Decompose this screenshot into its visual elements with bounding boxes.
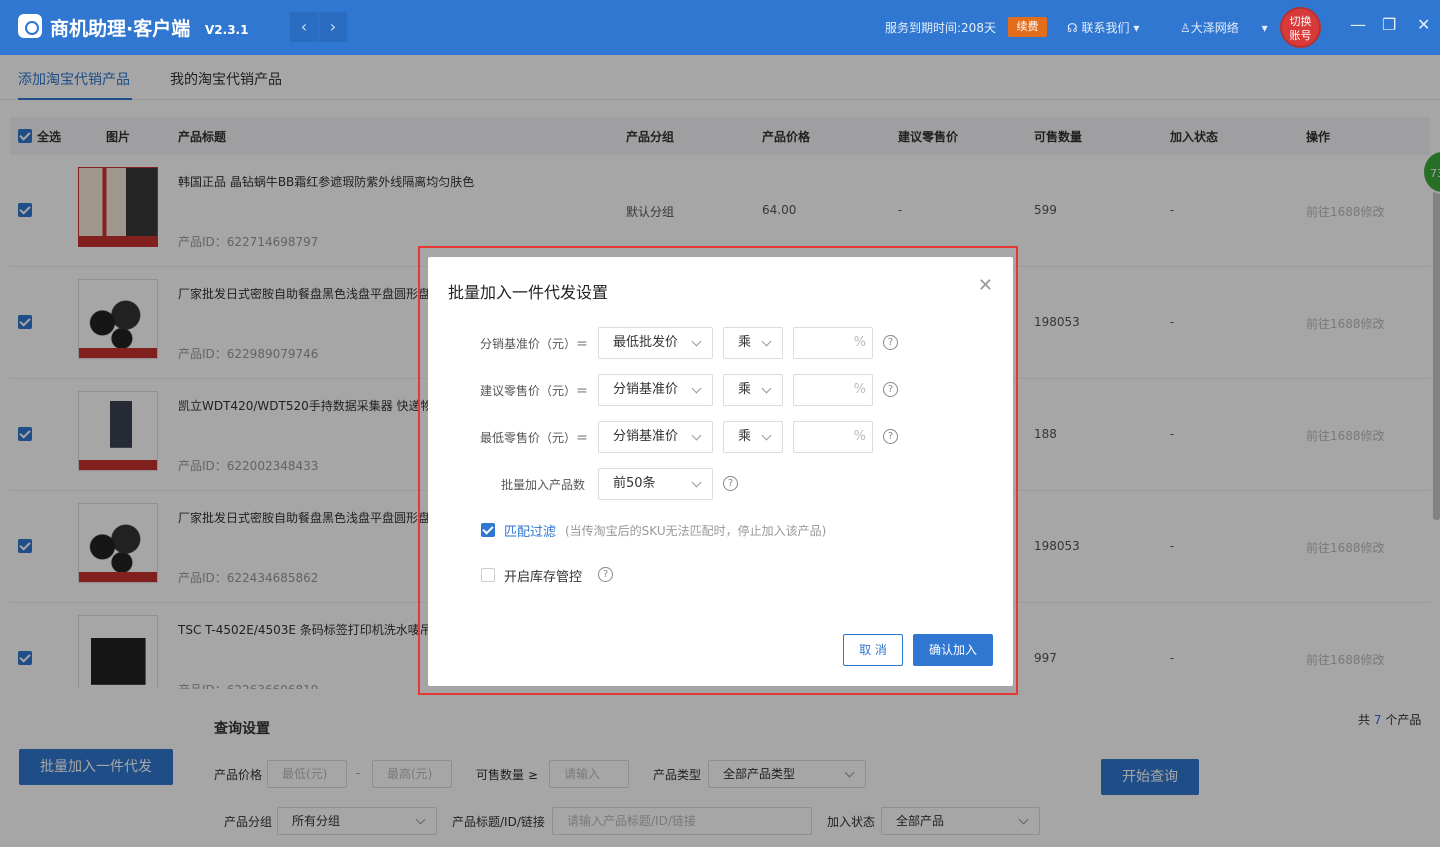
caret-down-icon: ▾ (1238, 21, 1268, 35)
title-bar: 商机助理·客户端 V2.3.1 ‹ › 服务到期时间:208天 续费 ☊ 联系我… (0, 0, 1440, 55)
base-price-label: 分销基准价（元）＝ (479, 337, 588, 351)
close-icon[interactable]: ✕ (978, 275, 993, 296)
contact-us-menu[interactable]: ☊ 联系我们 ▾ (1067, 19, 1139, 36)
match-filter-label[interactable]: 匹配过滤 (504, 521, 556, 540)
batch-count-value: 前50条 (613, 476, 656, 491)
contact-label: 联系我们 (1081, 21, 1130, 35)
chevron-down-icon (761, 430, 772, 441)
cancel-button[interactable]: 取 消 (843, 634, 903, 666)
app-logo-icon (18, 14, 42, 38)
renew-button[interactable]: 续费 (1008, 17, 1047, 37)
back-arrow-icon[interactable]: ‹ (290, 12, 318, 42)
retail-price-value: 分销基准价 (613, 382, 679, 397)
forward-arrow-icon[interactable]: › (319, 12, 347, 42)
chevron-down-icon (691, 477, 702, 488)
batch-count-label: 批量加入产品数 (500, 478, 585, 492)
min-retail-price-operator[interactable]: 乘 (723, 421, 783, 453)
inventory-control-label[interactable]: 开启库存管控 (504, 566, 582, 585)
switch-account-button[interactable]: 切换 账号 (1280, 7, 1321, 48)
switch-line2: 账号 (1289, 29, 1312, 42)
min-retail-price-label: 最低零售价（元）＝ (479, 431, 588, 445)
retail-price-operator[interactable]: 乘 (723, 374, 783, 406)
service-label: 服务到期时间: (885, 21, 962, 35)
batch-count-select[interactable]: 前50条 (598, 468, 713, 500)
service-days: 208天 (961, 21, 996, 35)
service-expiry: 服务到期时间:208天 (885, 19, 996, 36)
base-price-operator[interactable]: 乘 (723, 327, 783, 359)
operator-value: 乘 (738, 382, 752, 397)
base-price-value: 最低批发价 (613, 335, 679, 350)
help-icon[interactable]: ? (883, 335, 898, 350)
min-retail-price-percent-input[interactable]: % (793, 421, 873, 453)
operator-value: 乘 (738, 335, 752, 350)
help-icon[interactable]: ? (598, 567, 613, 582)
bulk-settings-dialog: 批量加入一件代发设置 ✕ 分销基准价（元）＝ 最低批发价 乘 % ? 建议零售价… (428, 257, 1013, 686)
help-icon[interactable]: ? (723, 476, 738, 491)
chevron-down-icon (691, 430, 702, 441)
headset-icon: ☊ (1067, 21, 1082, 35)
operator-value: 乘 (738, 429, 752, 444)
user-name: 大泽网络 (1190, 21, 1239, 35)
chevron-down-icon (761, 383, 772, 394)
restore-icon[interactable]: ❐ (1382, 15, 1396, 34)
app-version: V2.3.1 (205, 23, 249, 37)
dialog-title: 批量加入一件代发设置 (448, 283, 609, 302)
inventory-control-checkbox[interactable] (481, 568, 495, 582)
caret-down-icon: ▾ (1129, 21, 1140, 35)
base-price-select[interactable]: 最低批发价 (598, 327, 713, 359)
switch-line1: 切换 (1289, 15, 1312, 28)
user-menu[interactable]: ♙大泽网络 ▾ (1180, 19, 1268, 36)
retail-price-label: 建议零售价（元）＝ (479, 384, 588, 398)
help-icon[interactable]: ? (883, 429, 898, 444)
chevron-down-icon (761, 336, 772, 347)
min-retail-price-select[interactable]: 分销基准价 (598, 421, 713, 453)
match-filter-hint: (当传淘宝后的SKU无法匹配时，停止加入该产品) (565, 524, 827, 538)
match-filter-checkbox[interactable] (481, 523, 495, 537)
confirm-add-button[interactable]: 确认加入 (913, 634, 993, 666)
base-price-percent-input[interactable]: % (793, 327, 873, 359)
chevron-down-icon (691, 383, 702, 394)
retail-price-select[interactable]: 分销基准价 (598, 374, 713, 406)
chevron-down-icon (691, 336, 702, 347)
retail-price-percent-input[interactable]: % (793, 374, 873, 406)
app-title: 商机助理·客户端 (50, 18, 191, 40)
help-icon[interactable]: ? (883, 382, 898, 397)
min-retail-price-value: 分销基准价 (613, 429, 679, 444)
user-icon: ♙ (1180, 21, 1191, 35)
close-window-icon[interactable]: ✕ (1417, 15, 1430, 34)
minimize-icon[interactable]: — (1350, 15, 1366, 34)
